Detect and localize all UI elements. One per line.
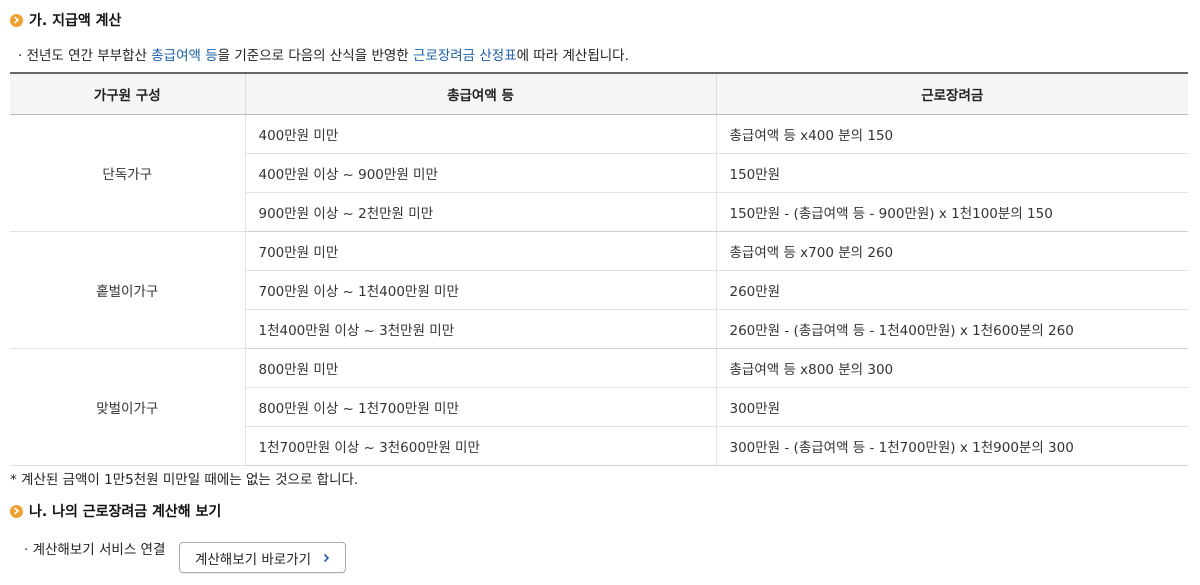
incentive-calculation-table: 가구원 구성 총급여액 등 근로장려금 단독가구 400만원 미만 총급여액 등… — [10, 72, 1188, 466]
salary-range-cell: 700만원 이상 ~ 1천400만원 미만 — [244, 270, 716, 310]
minimum-amount-note: * 계산된 금액이 1만5천원 미만일 때에는 없는 것으로 합니다. — [10, 472, 359, 488]
incentive-cell: 총급여액 등 x700 분의 260 — [715, 231, 1188, 271]
salary-range-cell: 900만원 이상 ~ 2천만원 미만 — [244, 192, 716, 232]
table-row: 단독가구 400만원 미만 총급여액 등 x400 분의 150 — [10, 114, 1188, 232]
incentive-cell: 300만원 — [715, 387, 1188, 427]
table-header-row: 가구원 구성 총급여액 등 근로장려금 — [10, 72, 1188, 115]
incentive-cell: 총급여액 등 x400 분의 150 — [715, 114, 1188, 154]
desc-text: 에 따라 계산됩니다. — [516, 48, 629, 64]
salary-range-cell: 1천700만원 이상 ~ 3천600만원 미만 — [244, 426, 716, 466]
incentive-cell: 300만원 - (총급여액 등 - 1천700만원) x 1천900분의 300 — [715, 426, 1188, 466]
highlight-calc-table: 근로장려금 산정표 — [413, 48, 517, 64]
group-single-earner: 홑벌이가구 — [10, 231, 245, 349]
calc-service-label: · 계산해보기 서비스 연결 — [24, 542, 166, 558]
go-calculate-button[interactable]: 계산해보기 바로가기 — [179, 542, 346, 573]
chevron-right-circle-icon — [10, 13, 23, 27]
highlight-total-salary: 총급여액 등 — [151, 48, 218, 64]
header-incentive: 근로장려금 — [715, 72, 1188, 115]
incentive-cell: 150만원 - (총급여액 등 - 900만원) x 1천100분의 150 — [715, 192, 1188, 232]
section-title-text: 나. 나의 근로장려금 계산해 보기 — [29, 504, 222, 520]
salary-range-cell: 1천400만원 이상 ~ 3천만원 미만 — [244, 309, 716, 349]
group-dual-earner: 맞벌이가구 — [10, 348, 245, 466]
group-single: 단독가구 — [10, 114, 245, 232]
go-calculate-button-label: 계산해보기 바로가기 — [194, 551, 312, 568]
desc-text: 을 기준으로 다음의 산식을 반영한 — [217, 48, 413, 64]
incentive-cell: 총급여액 등 x800 분의 300 — [715, 348, 1188, 388]
table-row: 홑벌이가구 700만원 미만 총급여액 등 x700 분의 260 — [10, 231, 1188, 349]
chevron-right-icon — [323, 553, 330, 563]
chevron-right-circle-icon — [10, 504, 23, 518]
salary-range-cell: 700만원 미만 — [244, 231, 716, 271]
desc-text: · 전년도 연간 부부합산 — [18, 48, 152, 64]
header-total-salary: 총급여액 등 — [244, 72, 716, 115]
salary-range-cell: 400만원 미만 — [244, 114, 716, 154]
header-household: 가구원 구성 — [10, 72, 245, 115]
section-title-text: 가. 지급액 계산 — [29, 13, 122, 29]
calculation-description: · 전년도 연간 부부합산 총급여액 등을 기준으로 다음의 산식을 반영한 근… — [18, 44, 629, 64]
section-title-self-calc: 나. 나의 근로장려금 계산해 보기 — [10, 501, 221, 521]
salary-range-cell: 400만원 이상 ~ 900만원 미만 — [244, 153, 716, 193]
incentive-cell: 260만원 — [715, 270, 1188, 310]
salary-range-cell: 800만원 미만 — [244, 348, 716, 388]
incentive-cell: 260만원 - (총급여액 등 - 1천400만원) x 1천600분의 260 — [715, 309, 1188, 349]
salary-range-cell: 800만원 이상 ~ 1천700만원 미만 — [244, 387, 716, 427]
incentive-cell: 150만원 — [715, 153, 1188, 193]
section-title-payment: 가. 지급액 계산 — [10, 10, 121, 30]
table-row: 맞벌이가구 800만원 미만 총급여액 등 x800 분의 300 — [10, 348, 1188, 466]
